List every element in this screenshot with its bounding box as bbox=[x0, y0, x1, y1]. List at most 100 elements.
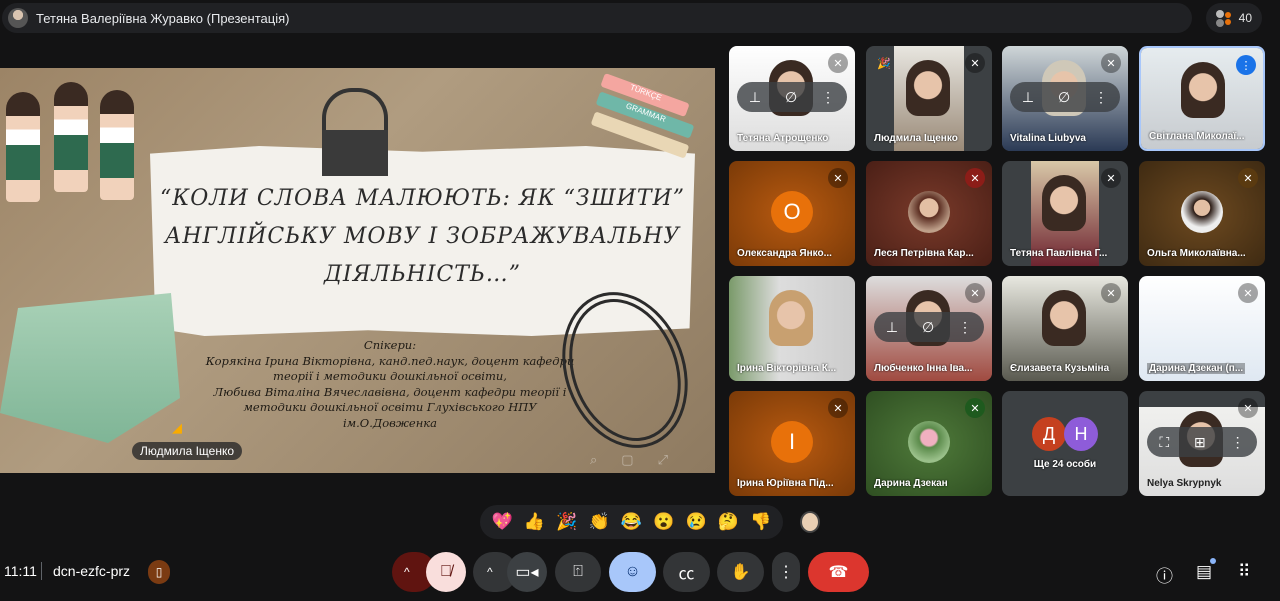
participants-icon bbox=[1216, 10, 1231, 27]
avatar bbox=[1181, 191, 1223, 233]
more-icon[interactable]: ⋮ bbox=[958, 319, 972, 336]
door-icon[interactable]: ▯ bbox=[148, 560, 170, 584]
pin-icon[interactable]: ⊥ bbox=[886, 319, 898, 336]
present-button[interactable]: ⍐ bbox=[555, 552, 601, 592]
chat-badge bbox=[1210, 558, 1216, 564]
reaction-thinking[interactable]: 🤔 bbox=[718, 512, 739, 532]
participant-tile[interactable]: І ✕ Ірина Юріївна Під... bbox=[729, 391, 855, 496]
mic-off-icon: ✕ bbox=[828, 168, 848, 188]
speakers-line: методики дошкільної освіти Глухівського … bbox=[243, 400, 537, 414]
avatar-letter: Н bbox=[1064, 417, 1098, 451]
reaction-heart[interactable]: 💖 bbox=[492, 512, 513, 532]
title-line: “КОЛИ СЛОВА МАЛЮЮТЬ: ЯК “ЗШИТИ” bbox=[160, 186, 685, 211]
more-options-button[interactable]: ⋮ bbox=[772, 552, 800, 592]
speakers-line: Корякіна Ірина Вікторівна, канд.пед.наук… bbox=[205, 353, 575, 368]
participant-tile[interactable]: ✕ Дарина Дзекан (п... bbox=[1139, 276, 1265, 381]
participant-tile[interactable]: ✕ Ольга Миколаївна... bbox=[1139, 161, 1265, 266]
reaction-laugh[interactable]: 😂 bbox=[621, 512, 642, 532]
mic-off-icon: ✕ bbox=[1238, 398, 1258, 418]
tile-actions[interactable]: ⊥ ∅ ⋮ bbox=[737, 82, 847, 112]
reactions-bar: 💖 👍 🎉 👏 😂 😮 😢 🤔 👎 bbox=[480, 505, 783, 539]
presenter-bar[interactable]: Тетяна Валеріївна Журавко (Презентація) bbox=[2, 3, 1192, 33]
participant-tile[interactable]: ⛶ ⊞ ⋮ ✕ Nelya Skrypnyk bbox=[1139, 391, 1265, 496]
skin-tone-button[interactable] bbox=[800, 511, 820, 533]
participant-tile[interactable]: ✕ Єлизавета Кузьміна bbox=[1002, 276, 1128, 381]
mic-off-button[interactable]: 🎙̸ bbox=[426, 552, 466, 592]
mute-icon[interactable]: ∅ bbox=[785, 89, 797, 106]
frame-person-icon[interactable]: ⛶ bbox=[1159, 434, 1169, 451]
reaction-surprised[interactable]: 😮 bbox=[653, 512, 674, 532]
mic-off-icon: ✕ bbox=[965, 398, 985, 418]
tile-actions[interactable]: ⊥ ∅ ⋮ bbox=[1010, 82, 1120, 112]
sewing-box-illustration bbox=[0, 293, 180, 443]
divider bbox=[41, 562, 42, 580]
info-icon[interactable]: ⓘ bbox=[1156, 562, 1173, 587]
participant-tile[interactable]: О ✕ Олександра Янко... bbox=[729, 161, 855, 266]
speakers-line: Спікери: bbox=[363, 338, 417, 352]
participants-button[interactable]: 40 bbox=[1206, 3, 1262, 33]
meeting-code: dcn-ezfc-prz bbox=[53, 563, 131, 579]
mic-off-icon: ✕ bbox=[1238, 283, 1258, 303]
chat-icon[interactable]: ▤ bbox=[1196, 562, 1212, 582]
participant-name: Дарина Дзекан bbox=[874, 478, 948, 489]
participant-name: Любченко Інна Іва... bbox=[874, 363, 973, 374]
participant-tile[interactable]: ⋮ Світлана Миколаї... bbox=[1139, 46, 1265, 151]
pin-icon[interactable]: ⊥ bbox=[1022, 89, 1034, 106]
speakers-line: теорії і методики дошкільної освіти, bbox=[273, 369, 507, 383]
participant-tile[interactable]: ⊥ ∅ ⋮ ✕ Vitalina Liubyva bbox=[1002, 46, 1128, 151]
mic-off-icon: 🎙̸ bbox=[440, 563, 452, 580]
participant-tile[interactable]: ⊥ ∅ ⋮ ✕ Тетяна Атрощенко bbox=[729, 46, 855, 151]
reaction-clap[interactable]: 👏 bbox=[589, 512, 610, 532]
tile-actions[interactable]: ⛶ ⊞ ⋮ bbox=[1147, 427, 1257, 457]
fullscreen-icon[interactable]: ⤢ bbox=[658, 452, 668, 468]
more-icon[interactable]: ⋮ bbox=[1094, 89, 1108, 106]
title-line: ДІЯЛЬНІСТЬ…” bbox=[324, 262, 521, 287]
emoji-button[interactable]: ☺ bbox=[609, 552, 656, 592]
title-line: АНГЛІЙСЬКУ МОВУ І ЗОБРАЖУВАЛЬНУ bbox=[164, 224, 681, 249]
mute-icon[interactable]: ∅ bbox=[1058, 89, 1070, 106]
avatar-letter: І bbox=[771, 421, 813, 463]
current-speaker-label: Людмила Іщенко bbox=[132, 442, 243, 460]
hand-icon: ✋ bbox=[730, 564, 751, 581]
more-icon[interactable]: ⋮ bbox=[821, 89, 835, 106]
pin-icon[interactable]: ⊥ bbox=[749, 89, 761, 106]
tile-actions[interactable]: ⊥ ∅ ⋮ bbox=[874, 312, 984, 342]
participant-name: Тетяна Павлівна Г... bbox=[1010, 248, 1108, 259]
mic-off-icon: ✕ bbox=[828, 53, 848, 73]
mic-off-icon: ✕ bbox=[1101, 168, 1121, 188]
more-icon[interactable]: ⋮ bbox=[1231, 434, 1245, 451]
more-participants-label: Ще 24 особи bbox=[1033, 459, 1097, 470]
party-icon: 🎉 bbox=[877, 57, 891, 70]
mic-off-icon: ✕ bbox=[965, 283, 985, 303]
participant-name: Ольга Миколаївна... bbox=[1147, 248, 1246, 259]
participant-tile[interactable]: ✕ Леся Петрівна Кар... bbox=[866, 161, 992, 266]
camera-button[interactable]: ▭◂ bbox=[507, 552, 547, 592]
speaking-icon: ◢ bbox=[172, 420, 182, 435]
end-call-button[interactable]: ☎ bbox=[808, 552, 869, 592]
add-image-icon[interactable]: ⊞ bbox=[1194, 434, 1206, 451]
clock: 11:11 bbox=[4, 563, 37, 579]
activities-icon[interactable]: ⠿ bbox=[1238, 562, 1250, 582]
reaction-thumbs-up[interactable]: 👍 bbox=[524, 512, 545, 532]
mic-off-icon: ✕ bbox=[828, 398, 848, 418]
mic-off-icon: ✕ bbox=[1238, 168, 1258, 188]
participant-name: Олександра Янко... bbox=[737, 248, 832, 259]
zoom-icon[interactable]: ⌕ bbox=[590, 452, 597, 468]
participant-name: Єлизавета Кузьміна bbox=[1010, 363, 1110, 374]
participant-tile[interactable]: 🎉 ✕ Людмила Іщенко bbox=[866, 46, 992, 151]
participant-tile[interactable]: ✕ Тетяна Павлівна Г... bbox=[1002, 161, 1128, 266]
fit-icon[interactable]: ▢ bbox=[621, 452, 633, 468]
reaction-sad[interactable]: 😢 bbox=[686, 512, 707, 532]
participant-tile[interactable]: ⊥ ∅ ⋮ ✕ Любченко Інна Іва... bbox=[866, 276, 992, 381]
camera-icon: ▭◂ bbox=[515, 564, 539, 581]
reaction-thumbs-down[interactable]: 👎 bbox=[750, 512, 771, 532]
reaction-party[interactable]: 🎉 bbox=[556, 512, 577, 532]
mute-icon[interactable]: ∅ bbox=[922, 319, 934, 336]
avatar bbox=[908, 191, 950, 233]
participant-tile[interactable]: ✕ Дарина Дзекан bbox=[866, 391, 992, 496]
more-participants-tile[interactable]: Д Н Ще 24 особи bbox=[1002, 391, 1128, 496]
participant-tile[interactable]: Ірина Вікторівна К... bbox=[729, 276, 855, 381]
books-illustration: TÜRKÇE GRAMMAR bbox=[590, 73, 705, 159]
captions-button[interactable]: ㏄ bbox=[663, 552, 710, 592]
raise-hand-button[interactable]: ✋ bbox=[717, 552, 764, 592]
